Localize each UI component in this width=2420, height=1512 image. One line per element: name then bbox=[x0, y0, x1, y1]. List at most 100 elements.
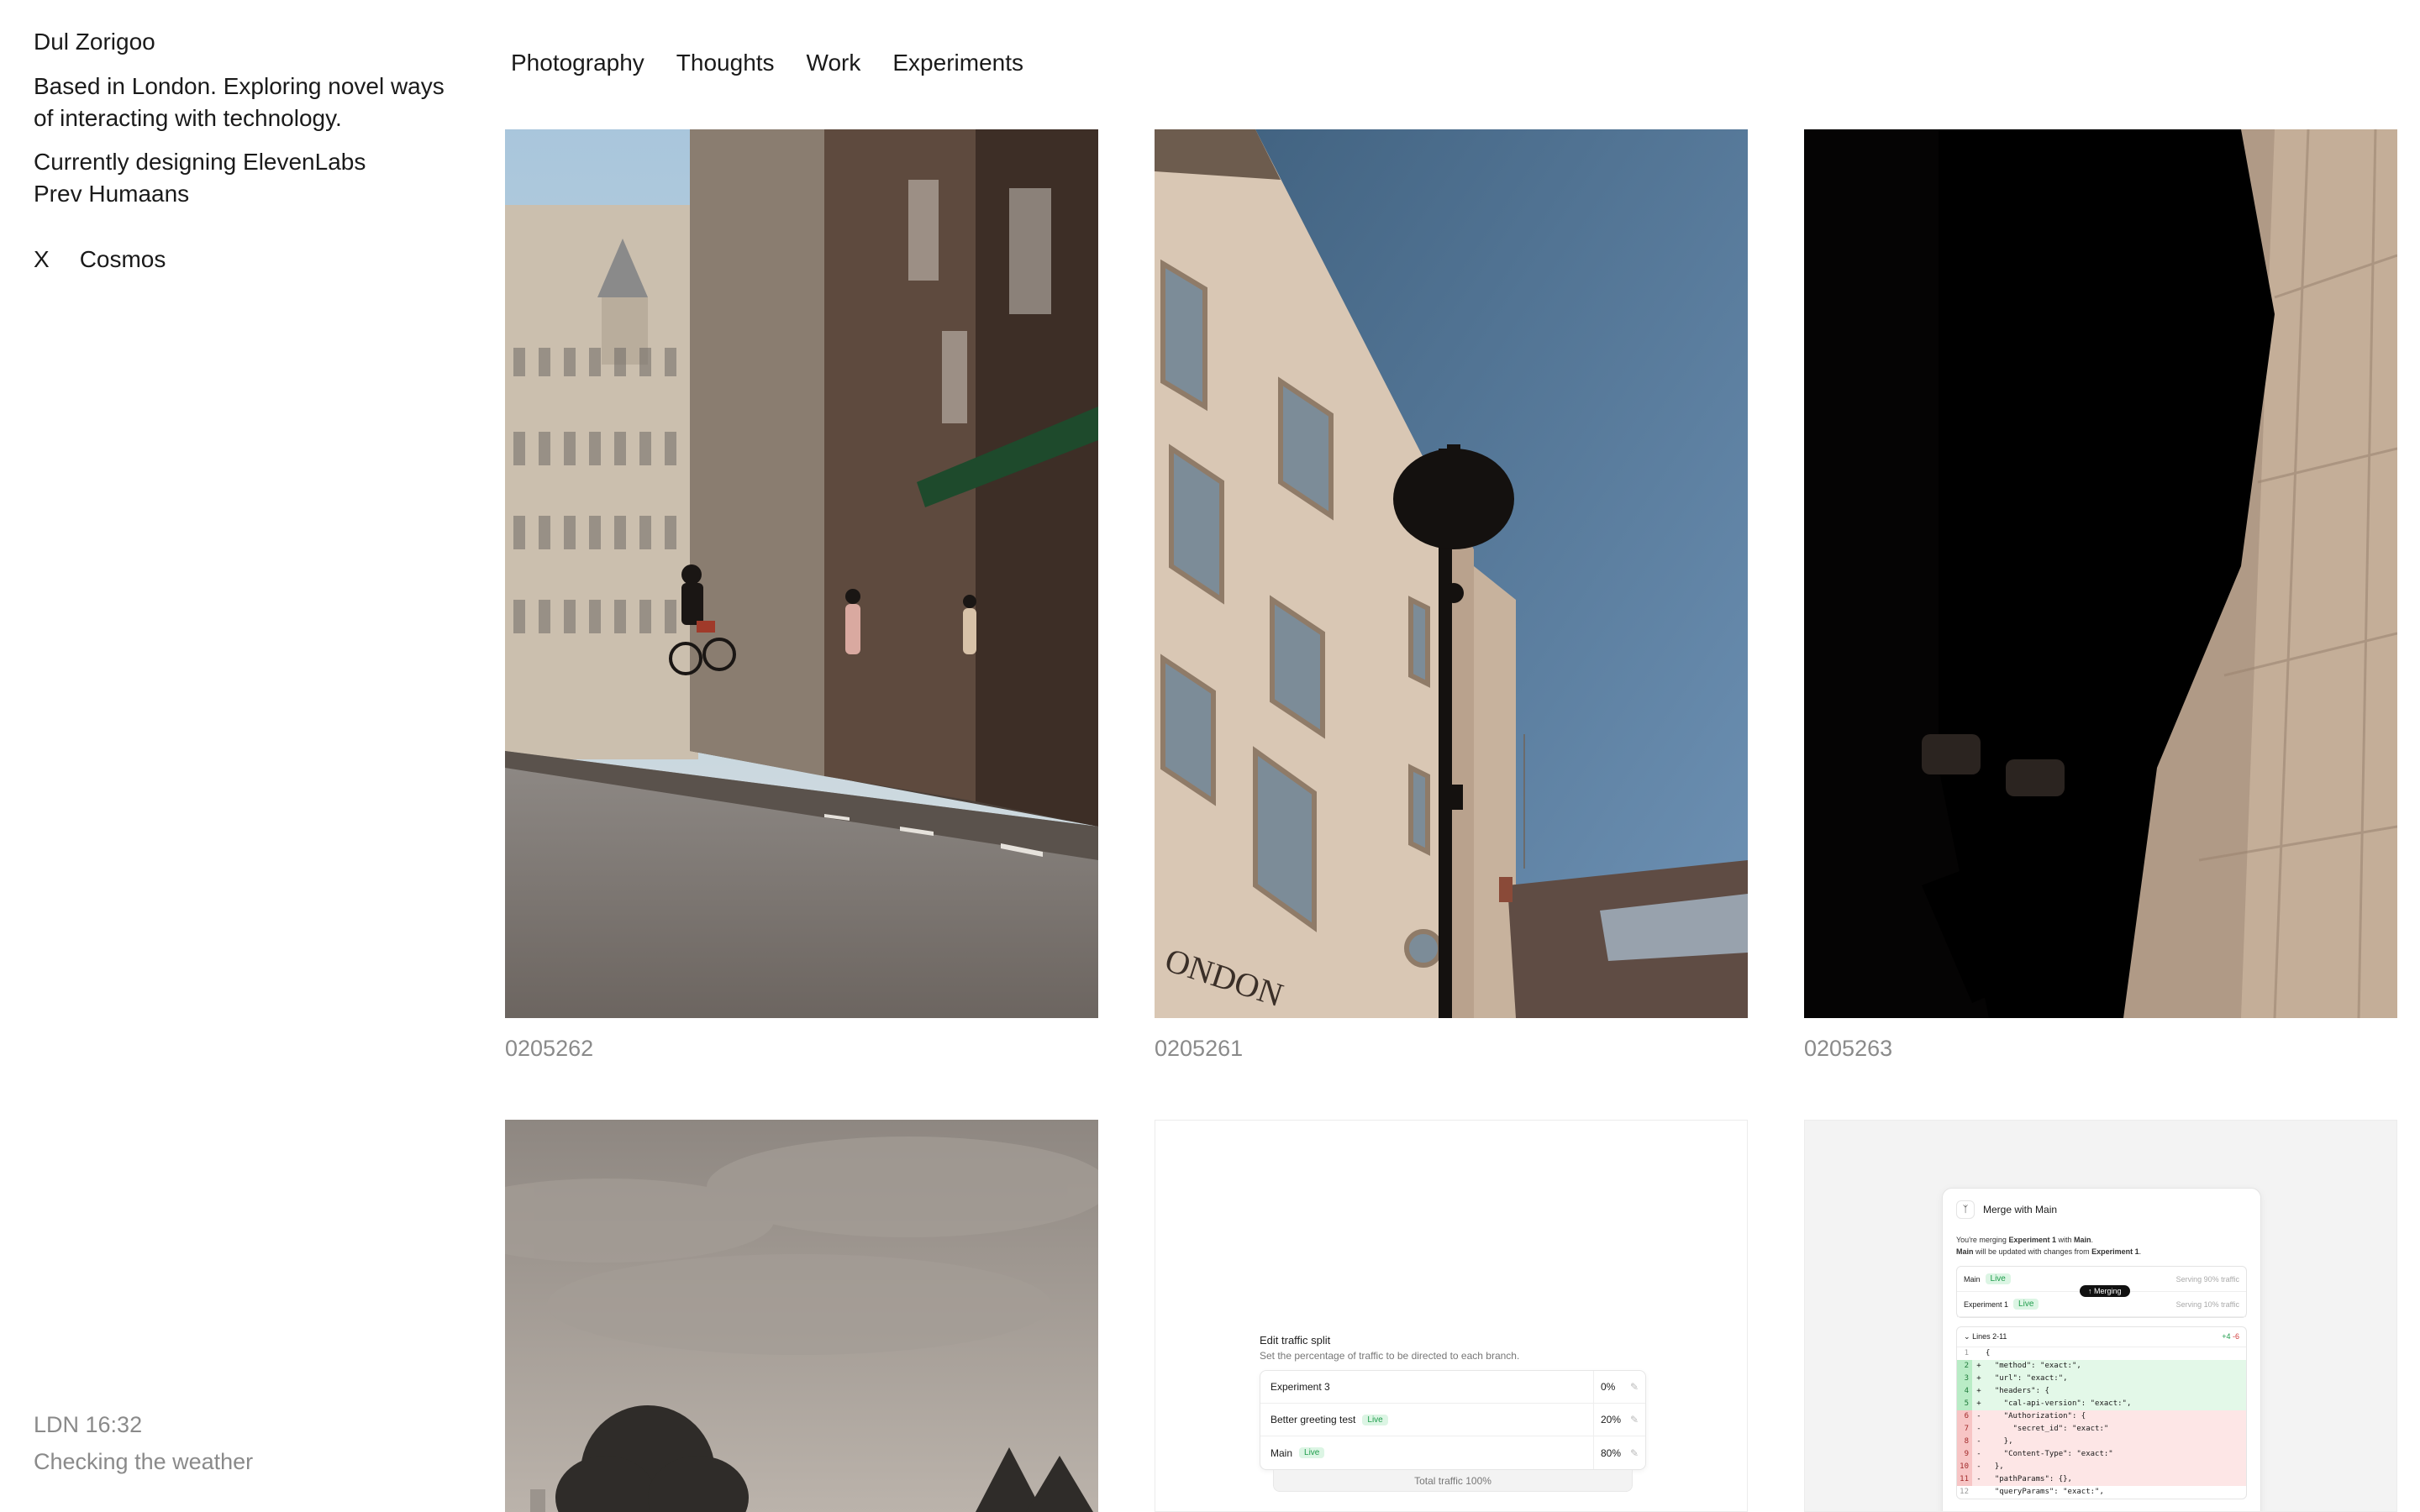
building-streetlamp-photo[interactable]: ONDON bbox=[1155, 129, 1748, 1018]
line-code: "url": "exact:", bbox=[1986, 1374, 2068, 1383]
line-code: "cal-api-version": "exact:", bbox=[1986, 1399, 2132, 1408]
diff-line: 3 + "url": "exact:", bbox=[1957, 1373, 2246, 1385]
line-sign: - bbox=[1976, 1450, 1981, 1458]
line-number: 7 bbox=[1957, 1423, 1972, 1436]
merge-title: Merge with Main bbox=[1983, 1204, 2058, 1215]
profile-name: Dul Zorigoo bbox=[34, 29, 155, 55]
line-code: }, bbox=[1986, 1462, 2004, 1471]
line-sign: - bbox=[1976, 1412, 1981, 1420]
line-sign: - bbox=[1976, 1462, 1981, 1471]
shadow-walker-photo[interactable] bbox=[1804, 129, 2397, 1018]
gallery-item[interactable]: 0205263 bbox=[1804, 129, 2397, 1063]
current-role: Currently designing ElevenLabs bbox=[34, 149, 366, 175]
line-sign: - bbox=[1976, 1475, 1981, 1483]
diff-line: 10- }, bbox=[1957, 1461, 2246, 1473]
live-badge: Live bbox=[1985, 1273, 2011, 1284]
desc-branch: Main bbox=[2073, 1236, 2091, 1244]
line-sign: + bbox=[1976, 1362, 1981, 1370]
line-sign: + bbox=[1976, 1387, 1981, 1395]
traffic-row: Experiment 3 0% ✎ bbox=[1260, 1371, 1645, 1404]
nav-photography[interactable]: Photography bbox=[511, 47, 644, 79]
pencil-icon: ✎ bbox=[1629, 1446, 1639, 1459]
previous-role: Prev Humaans bbox=[34, 181, 190, 207]
line-sign: - bbox=[1976, 1437, 1981, 1446]
line-number: 3 bbox=[1957, 1373, 1972, 1385]
branch-name: Experiment 3 bbox=[1270, 1381, 1330, 1393]
line-code: "Content-Type": "exact:" bbox=[1986, 1450, 2113, 1458]
local-time: LDN 16:32 bbox=[34, 1412, 143, 1437]
traffic-split-subtitle: Set the percentage of traffic to be dire… bbox=[1260, 1350, 1520, 1362]
branch-traffic: Serving 90% traffic bbox=[2175, 1274, 2239, 1284]
line-number: 8 bbox=[1957, 1436, 1972, 1448]
social-links: X Cosmos bbox=[34, 244, 454, 276]
line-sign bbox=[1972, 1486, 1986, 1499]
merge-description: You're merging Experiment 1 with Main. M… bbox=[1956, 1236, 2142, 1256]
line-number: 5 bbox=[1957, 1398, 1972, 1410]
line-sign: + bbox=[1976, 1374, 1981, 1383]
profile-sidebar: Dul Zorigoo Based in London. Exploring n… bbox=[34, 25, 454, 276]
diff-additions: +4 bbox=[2222, 1332, 2231, 1341]
diff-line: 11- "pathParams": {}, bbox=[1957, 1473, 2246, 1486]
photo-caption: 0205263 bbox=[1804, 1036, 1893, 1061]
merge-header: ᛉ Merge with Main bbox=[1956, 1200, 2247, 1219]
desc-text: with bbox=[2055, 1236, 2074, 1244]
link-cosmos[interactable]: Cosmos bbox=[80, 244, 166, 276]
total-traffic: Total traffic 100% bbox=[1273, 1470, 1633, 1492]
nav-experiments[interactable]: Experiments bbox=[892, 47, 1023, 79]
branch-percent: 80% bbox=[1601, 1446, 1622, 1459]
line-sign: + bbox=[1976, 1399, 1981, 1408]
top-nav: Photography Thoughts Work Experiments bbox=[511, 47, 1023, 79]
merge-ui[interactable]: ᛉ Merge with Main You're merging Experim… bbox=[1804, 1120, 2397, 1512]
gallery-item[interactable]: Edit traffic split Set the percentage of… bbox=[1155, 1120, 1748, 1512]
line-sign: - bbox=[1976, 1425, 1981, 1433]
gallery-item[interactable]: ONDON 0205261 bbox=[1155, 129, 1748, 1063]
branch-name: Main bbox=[1964, 1274, 1981, 1284]
nav-work[interactable]: Work bbox=[807, 47, 861, 79]
traffic-split-ui[interactable]: Edit traffic split Set the percentage of… bbox=[1155, 1120, 1748, 1512]
gallery-item[interactable]: 0205262 bbox=[505, 129, 1098, 1063]
line-code: "secret_id": "exact:" bbox=[1986, 1425, 2109, 1433]
gallery-item[interactable] bbox=[505, 1120, 1098, 1512]
line-number: 2 bbox=[1957, 1360, 1972, 1373]
diff-line: 12 "queryParams": "exact:", bbox=[1957, 1486, 2246, 1499]
link-x[interactable]: X bbox=[34, 244, 50, 276]
line-number: 9 bbox=[1957, 1448, 1972, 1461]
merging-label: Merging bbox=[2094, 1287, 2122, 1295]
desc-branch: Experiment 1 bbox=[2091, 1247, 2139, 1256]
sidebar-footer: LDN 16:32 Checking the weather bbox=[34, 1406, 253, 1480]
gallery-item[interactable]: ᛉ Merge with Main You're merging Experim… bbox=[1804, 1120, 2397, 1512]
nav-thoughts[interactable]: Thoughts bbox=[676, 47, 775, 79]
desc-text: will be updated with changes from bbox=[1973, 1247, 2092, 1256]
diff-range: Lines 2-11 bbox=[1972, 1332, 2007, 1341]
line-number: 10 bbox=[1957, 1461, 1972, 1473]
line-code: "headers": { bbox=[1986, 1387, 2049, 1395]
street-cyclist-photo[interactable] bbox=[505, 129, 1098, 1018]
live-badge: Live bbox=[1362, 1414, 1388, 1425]
line-number: 11 bbox=[1957, 1473, 1972, 1486]
branch-name: Better greeting test bbox=[1270, 1414, 1356, 1425]
branch-percent: 20% bbox=[1601, 1414, 1622, 1425]
diff-lines: 1{2 + "method": "exact:", 3 + "url": "exact… bbox=[1957, 1347, 2246, 1499]
live-badge: Live bbox=[2013, 1299, 2039, 1310]
line-code: }, bbox=[1986, 1437, 2013, 1446]
traffic-split-table: Experiment 3 0% ✎ Better greeting test Liv… bbox=[1260, 1370, 1646, 1470]
diff-line: 4 + "headers": { bbox=[1957, 1385, 2246, 1398]
photo-caption: 0205262 bbox=[505, 1036, 594, 1061]
trees-sky-photo[interactable] bbox=[505, 1120, 1098, 1512]
about-line-2: of interacting with technology. bbox=[34, 105, 342, 131]
diff-line: 1{ bbox=[1957, 1347, 2246, 1360]
diff-line: 8- }, bbox=[1957, 1436, 2246, 1448]
branch-percent: 0% bbox=[1601, 1381, 1616, 1393]
diff-header: ⌄ Lines 2-11 +4 -6 bbox=[1957, 1327, 2246, 1347]
pencil-icon: ✎ bbox=[1629, 1381, 1639, 1393]
line-number: 1 bbox=[1964, 1349, 1969, 1357]
photo-caption: 0205261 bbox=[1155, 1036, 1244, 1061]
line-code: "method": "exact:", bbox=[1986, 1362, 2081, 1370]
line-code: { bbox=[1986, 1349, 1991, 1357]
line-code: "pathParams": {}, bbox=[1986, 1475, 2072, 1483]
diff-deletions: -6 bbox=[2232, 1332, 2239, 1341]
merge-icon: ᛉ bbox=[1956, 1200, 1975, 1219]
line-number: 12 bbox=[1960, 1488, 1969, 1496]
branch-traffic: Serving 10% traffic bbox=[2175, 1299, 2239, 1309]
merge-branches: Main Live Serving 90% traffic Experiment … bbox=[1956, 1266, 2247, 1318]
